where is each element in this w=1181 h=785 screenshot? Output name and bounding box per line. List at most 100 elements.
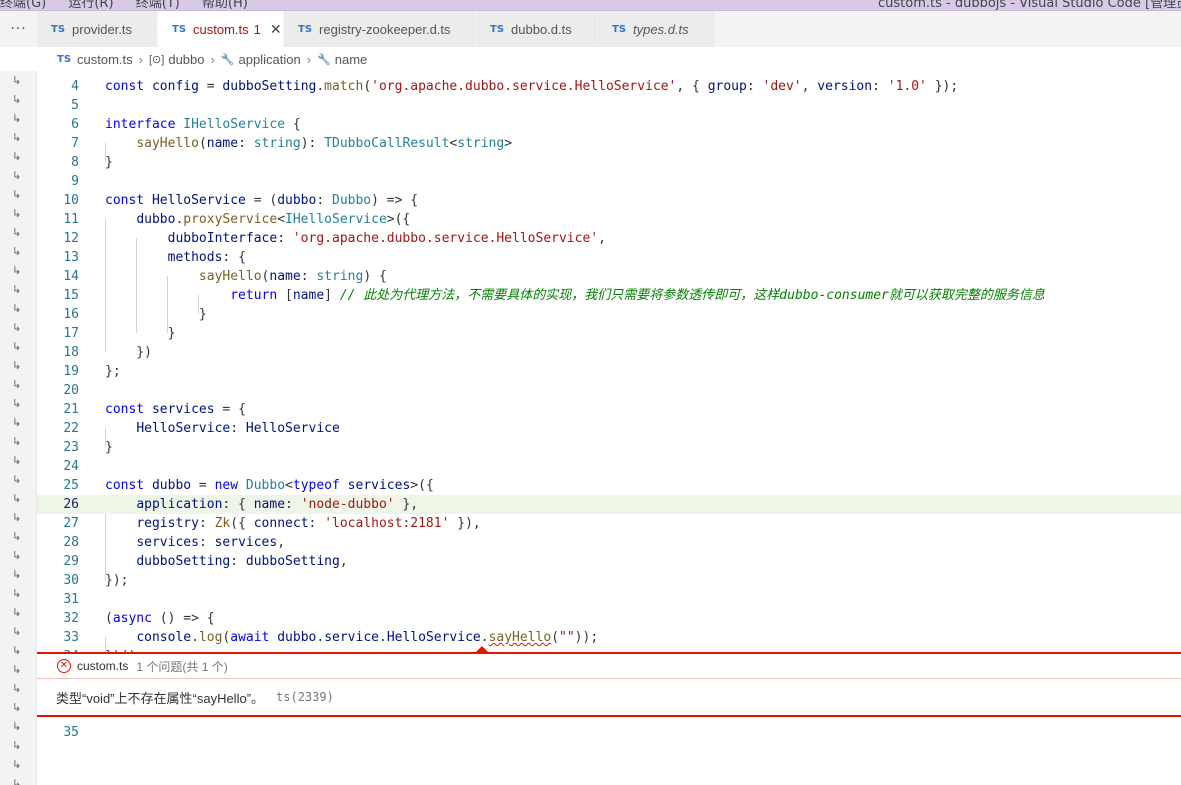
code-text: dubbo.proxyService<IHelloService>({ — [136, 212, 411, 227]
menu-item-help[interactable]: 帮助(H) — [202, 0, 248, 10]
line-number: 12 — [63, 231, 79, 246]
more-actions-icon[interactable]: ··· — [0, 11, 37, 47]
code-line[interactable]: 35 — [37, 723, 1181, 742]
wrap-arrow-icon: ↳ — [12, 93, 22, 106]
code-line[interactable]: 18 }) — [37, 343, 1181, 362]
menu-item-terminal-g[interactable]: 终端(G) — [0, 0, 46, 10]
wrap-arrow-icon: ↳ — [12, 682, 22, 695]
wrap-arrow-icon: ↳ — [12, 397, 22, 410]
line-number: 25 — [63, 478, 79, 493]
breadcrumb-dubbo[interactable]: dubbo — [168, 52, 204, 67]
wrap-arrow-icon: ↳ — [12, 264, 22, 277]
code-line[interactable]: 25 const dubbo = new Dubbo<typeof service… — [37, 476, 1181, 495]
typescript-file-icon: TS — [51, 23, 66, 35]
code-line[interactable]: 17 } — [37, 324, 1181, 343]
wrap-arrow-icon: ↳ — [12, 169, 22, 182]
wrap-arrow-icon: ↳ — [12, 701, 22, 714]
tab-dubbo-d[interactable]: TS dubbo.d.ts — [476, 11, 598, 47]
code-text: } — [105, 307, 207, 322]
breadcrumb-file[interactable]: custom.ts — [77, 52, 133, 67]
code-line[interactable]: 27 registry: Zk({ connect: 'localhost:21… — [37, 514, 1181, 533]
code-line[interactable]: 31 — [37, 590, 1181, 609]
code-text: sayHello(name: string) { — [198, 269, 387, 284]
breadcrumb-name[interactable]: name — [335, 52, 368, 67]
typescript-file-icon: TS — [172, 23, 187, 35]
wrap-arrow-icon: ↳ — [12, 568, 22, 581]
problem-file[interactable]: custom.ts — [77, 659, 128, 673]
breadcrumb-application[interactable]: application — [239, 52, 301, 67]
code-line[interactable]: 22 HelloService: HelloService — [37, 419, 1181, 438]
menu-item-terminal[interactable]: 终端(T) — [136, 0, 180, 10]
code-line[interactable]: 9 — [37, 172, 1181, 191]
code-line[interactable]: 11 dubbo.proxyService<IHelloService>({ — [37, 210, 1181, 229]
code-line[interactable]: 14 sayHello(name: string) { — [37, 267, 1181, 286]
code-line[interactable]: 16 } — [37, 305, 1181, 324]
wrap-arrow-icon: ↳ — [12, 245, 22, 258]
line-number: 29 — [63, 554, 79, 569]
left-gutter: ↳ ↳ ↳ ↳ ↳ ↳ ↳ ↳ ↳ ↳ ↳ ↳ ↳ ↳ ↳ ↳ ↳ ↳ ↳ ↳ ↳ ↳ ↳ ↳ ↳ ↳ ↳ ↳ ↳ ↳ ↳ ↳ ↳ ↳ ↳ ↳ ↳ ↳ — [0, 71, 37, 785]
code-line[interactable]: 10 const HelloService = (dubbo: Dubbo) =>… — [37, 191, 1181, 210]
code-line[interactable]: 13 methods: { — [37, 248, 1181, 267]
tab-types-d[interactable]: TS types.d.ts — [598, 11, 716, 47]
line-number: 33 — [63, 630, 79, 645]
tab-label: dubbo.d.ts — [511, 21, 572, 37]
wrap-arrow-icon: ↳ — [12, 492, 22, 505]
code-line[interactable]: 7 sayHello(name: string): TDubboCallResu… — [37, 134, 1181, 153]
line-number: 21 — [63, 402, 79, 417]
code-line[interactable]: 30}); — [37, 571, 1181, 590]
line-number: 30 — [63, 573, 79, 588]
code-line[interactable]: 24 — [37, 457, 1181, 476]
tab-provider[interactable]: TS provider.ts — [37, 11, 158, 47]
tab-registry-zookeeper[interactable]: TS registry-zookeeper.d.ts — [284, 11, 476, 47]
tab-label: custom.ts — [193, 21, 249, 37]
typescript-file-icon: TS — [490, 23, 505, 35]
tab-label: registry-zookeeper.d.ts — [319, 21, 451, 37]
tab-custom[interactable]: TS custom.ts 1 ✕ — [158, 11, 284, 47]
title-bar: 终端(G) 运行(R) 终端(T) 帮助(H) custom.ts - dubb… — [0, 0, 1181, 11]
code-text: return [name] // 此处为代理方法，不需要具体的实现，我们只需要将… — [230, 288, 1045, 303]
code-text: (async () => { — [105, 611, 215, 626]
chevron-right-icon: › — [138, 51, 143, 67]
problem-peek-header: ✕ custom.ts 1 个问题(共 1 个) — [37, 654, 1181, 678]
wrap-arrow-icon: ↳ — [12, 606, 22, 619]
wrap-arrow-icon: ↳ — [12, 340, 22, 353]
code-line[interactable]: 32 (async () => { — [37, 609, 1181, 628]
wrap-arrow-icon: ↳ — [12, 739, 22, 752]
code-line[interactable]: 15 return [name] // 此处为代理方法，不需要具体的实现，我们只… — [37, 286, 1181, 305]
menu-bar: 终端(G) 运行(R) 终端(T) 帮助(H) — [0, 0, 266, 10]
typescript-file-icon: TS — [57, 53, 72, 65]
code-line[interactable]: 26 application: { name: 'node-dubbo' }, — [37, 495, 1181, 514]
code-line[interactable]: 33 console.log(await dubbo.service.Hello… — [37, 628, 1181, 647]
code-line[interactable]: 23} — [37, 438, 1181, 457]
wrap-arrow-icon: ↳ — [12, 321, 22, 334]
wrap-arrow-icon: ↳ — [12, 226, 22, 239]
code-line[interactable]: 4 const config = dubboSetting.match('org.… — [37, 77, 1181, 96]
close-icon[interactable]: ✕ — [270, 21, 282, 38]
error-icon: ✕ — [57, 659, 71, 673]
wrap-arrow-icon: ↳ — [12, 416, 22, 429]
code-line[interactable]: 21 const services = { — [37, 400, 1181, 419]
wrap-arrow-icon: ↳ — [12, 530, 22, 543]
code-line[interactable]: 20 — [37, 381, 1181, 400]
line-number: 19 — [63, 364, 79, 379]
window-title: custom.ts - dubbojs - Visual Studio Code… — [878, 0, 1181, 11]
code-text: const services = { — [105, 402, 246, 417]
code-line[interactable]: 6 interface IHelloService { — [37, 115, 1181, 134]
line-number: 24 — [63, 459, 79, 474]
code-line[interactable]: 8} — [37, 153, 1181, 172]
menu-item-run[interactable]: 运行(R) — [68, 0, 113, 10]
wrap-arrow-icon: ↳ — [12, 758, 22, 771]
code-line[interactable]: 28 services: services, — [37, 533, 1181, 552]
code-line[interactable]: 19}; — [37, 362, 1181, 381]
code-line[interactable]: 5 — [37, 96, 1181, 115]
problem-count-badge: 1 — [253, 21, 261, 37]
line-number: 27 — [63, 516, 79, 531]
code-text: const HelloService = (dubbo: Dubbo) => { — [105, 193, 419, 208]
code-text: console.log(await dubbo.service.HelloSer… — [136, 630, 599, 645]
code-line[interactable]: 29 dubboSetting: dubboSetting, — [37, 552, 1181, 571]
wrap-arrow-icon: ↳ — [12, 378, 22, 391]
chevron-right-icon: › — [210, 51, 215, 67]
wrap-arrow-icon: ↳ — [12, 511, 22, 524]
code-line[interactable]: 12 dubboInterface: 'org.apache.dubbo.ser… — [37, 229, 1181, 248]
line-number: 10 — [63, 193, 79, 208]
